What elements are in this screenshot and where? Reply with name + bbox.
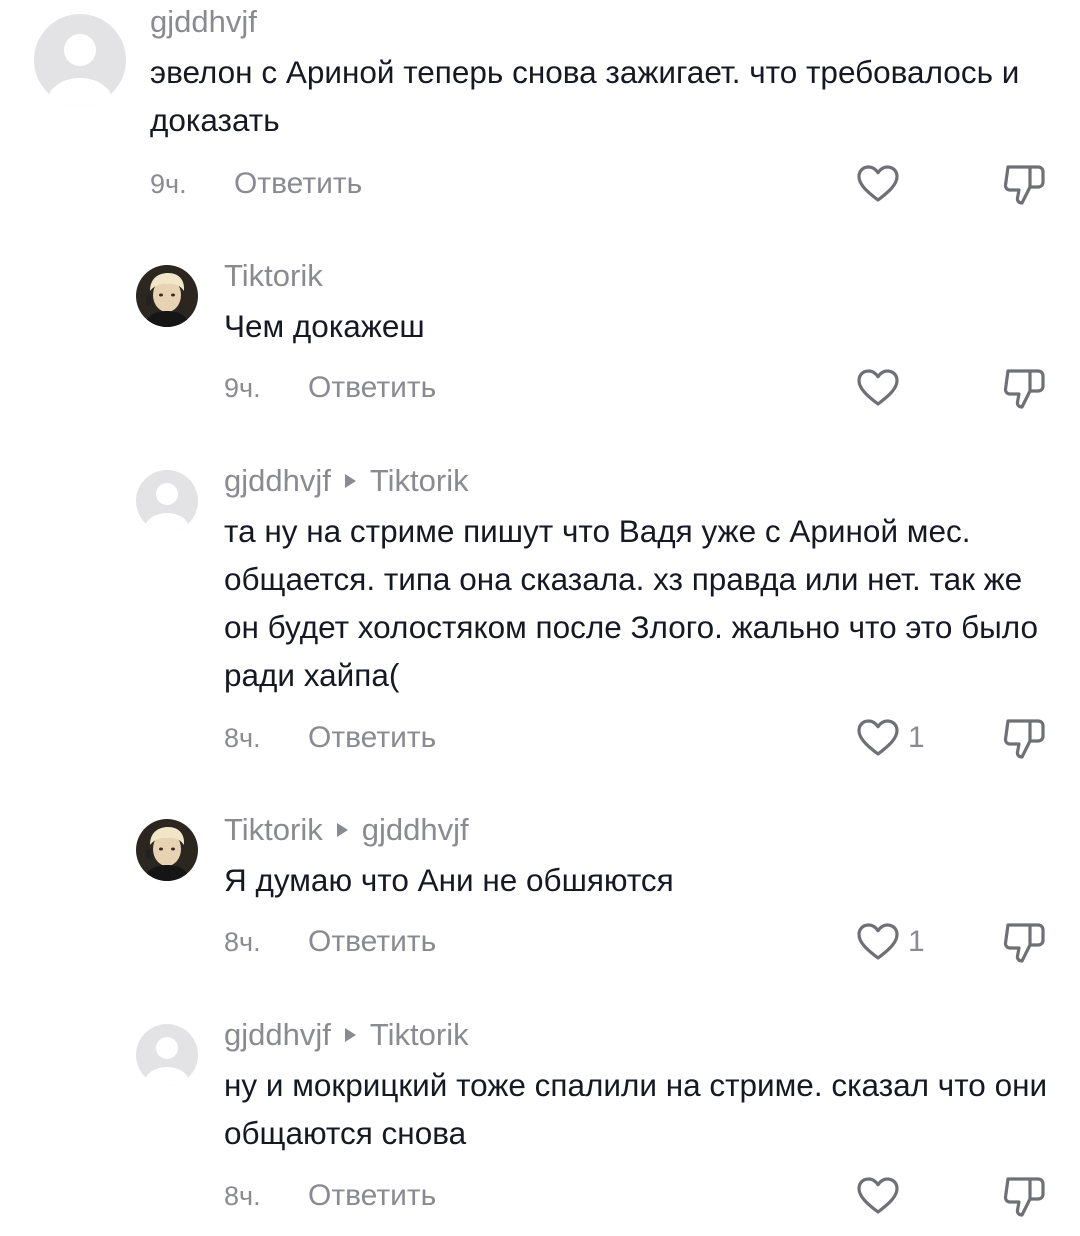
username[interactable]: gjddhvjf [224, 1017, 331, 1052]
comment-text: Чем докажеш [224, 308, 425, 344]
like-button[interactable] [856, 1174, 900, 1218]
heart-icon [857, 719, 899, 756]
heart-icon [857, 923, 899, 960]
heart-icon [857, 1177, 899, 1214]
comment-meta: 9ч. Ответить [150, 162, 362, 206]
username[interactable]: gjddhvjf [224, 463, 331, 498]
username-row: gjddhvjf Tiktorik [224, 461, 1050, 501]
dislike-icon [1003, 165, 1045, 205]
reply-arrow-icon [344, 474, 356, 489]
reply-arrow-icon [336, 823, 348, 838]
dislike-button[interactable] [1000, 365, 1048, 411]
avatar[interactable] [136, 470, 198, 532]
avatar[interactable] [136, 1024, 198, 1086]
comment-text: ну и мокрицкий тоже спалили на стриме. с… [224, 1067, 1048, 1151]
username[interactable]: gjddhvjf [150, 4, 257, 39]
avatar[interactable] [34, 14, 126, 106]
username[interactable]: Tiktorik [224, 812, 323, 847]
reply-button[interactable]: Ответить [308, 366, 436, 410]
timestamp: 8ч. [224, 1181, 261, 1211]
comment-meta: 9ч. Ответить [224, 366, 436, 410]
username-row: Tiktorik gjddhvjf [224, 810, 1050, 850]
timestamp: 9ч. [150, 169, 187, 199]
like-button[interactable] [856, 366, 900, 410]
comment-meta: 8ч. Ответить [224, 716, 436, 760]
dislike-button[interactable] [1000, 161, 1048, 207]
dislike-icon [1003, 369, 1045, 409]
dislike-icon [1003, 923, 1045, 963]
comment-text: Я думаю что Ани не обшяются [224, 862, 674, 898]
comment-text: та ну на стриме пишут что Вадя уже с Ари… [224, 513, 1039, 693]
username-row: Tiktorik [224, 256, 1050, 296]
username-row: gjddhvjf Tiktorik [224, 1015, 1050, 1055]
dislike-button[interactable] [1000, 715, 1048, 761]
comment-text: эвелон с Ариной теперь снова зажигает. ч… [150, 54, 1020, 138]
username[interactable]: Tiktorik [224, 258, 323, 293]
reply-button[interactable]: Ответить [308, 920, 436, 964]
comment-meta: 8ч. Ответить [224, 1174, 436, 1218]
comment-meta: 8ч. Ответить [224, 920, 436, 964]
like-button[interactable]: 1 [856, 716, 925, 760]
reply-button[interactable]: Ответить [308, 1174, 436, 1218]
timestamp: 8ч. [224, 723, 261, 753]
heart-icon [857, 165, 899, 202]
avatar[interactable] [136, 265, 198, 327]
dislike-button[interactable] [1000, 919, 1048, 965]
reply-to-username[interactable]: Tiktorik [370, 463, 469, 498]
reply-to-username[interactable]: gjddhvjf [362, 812, 469, 847]
reply-button[interactable]: Ответить [234, 162, 362, 206]
like-count: 1 [908, 925, 925, 958]
like-button[interactable] [856, 162, 900, 206]
reply-button[interactable]: Ответить [308, 716, 436, 760]
like-button[interactable]: 1 [856, 920, 925, 964]
dislike-icon [1003, 1177, 1045, 1217]
avatar[interactable] [136, 819, 198, 881]
like-count: 1 [908, 721, 925, 754]
timestamp: 9ч. [224, 373, 261, 403]
dislike-button[interactable] [1000, 1173, 1048, 1219]
timestamp: 8ч. [224, 927, 261, 957]
reply-arrow-icon [344, 1028, 356, 1043]
reply-to-username[interactable]: Tiktorik [370, 1017, 469, 1052]
dislike-icon [1003, 719, 1045, 759]
heart-icon [857, 369, 899, 406]
username-row: gjddhvjf [150, 2, 1050, 42]
